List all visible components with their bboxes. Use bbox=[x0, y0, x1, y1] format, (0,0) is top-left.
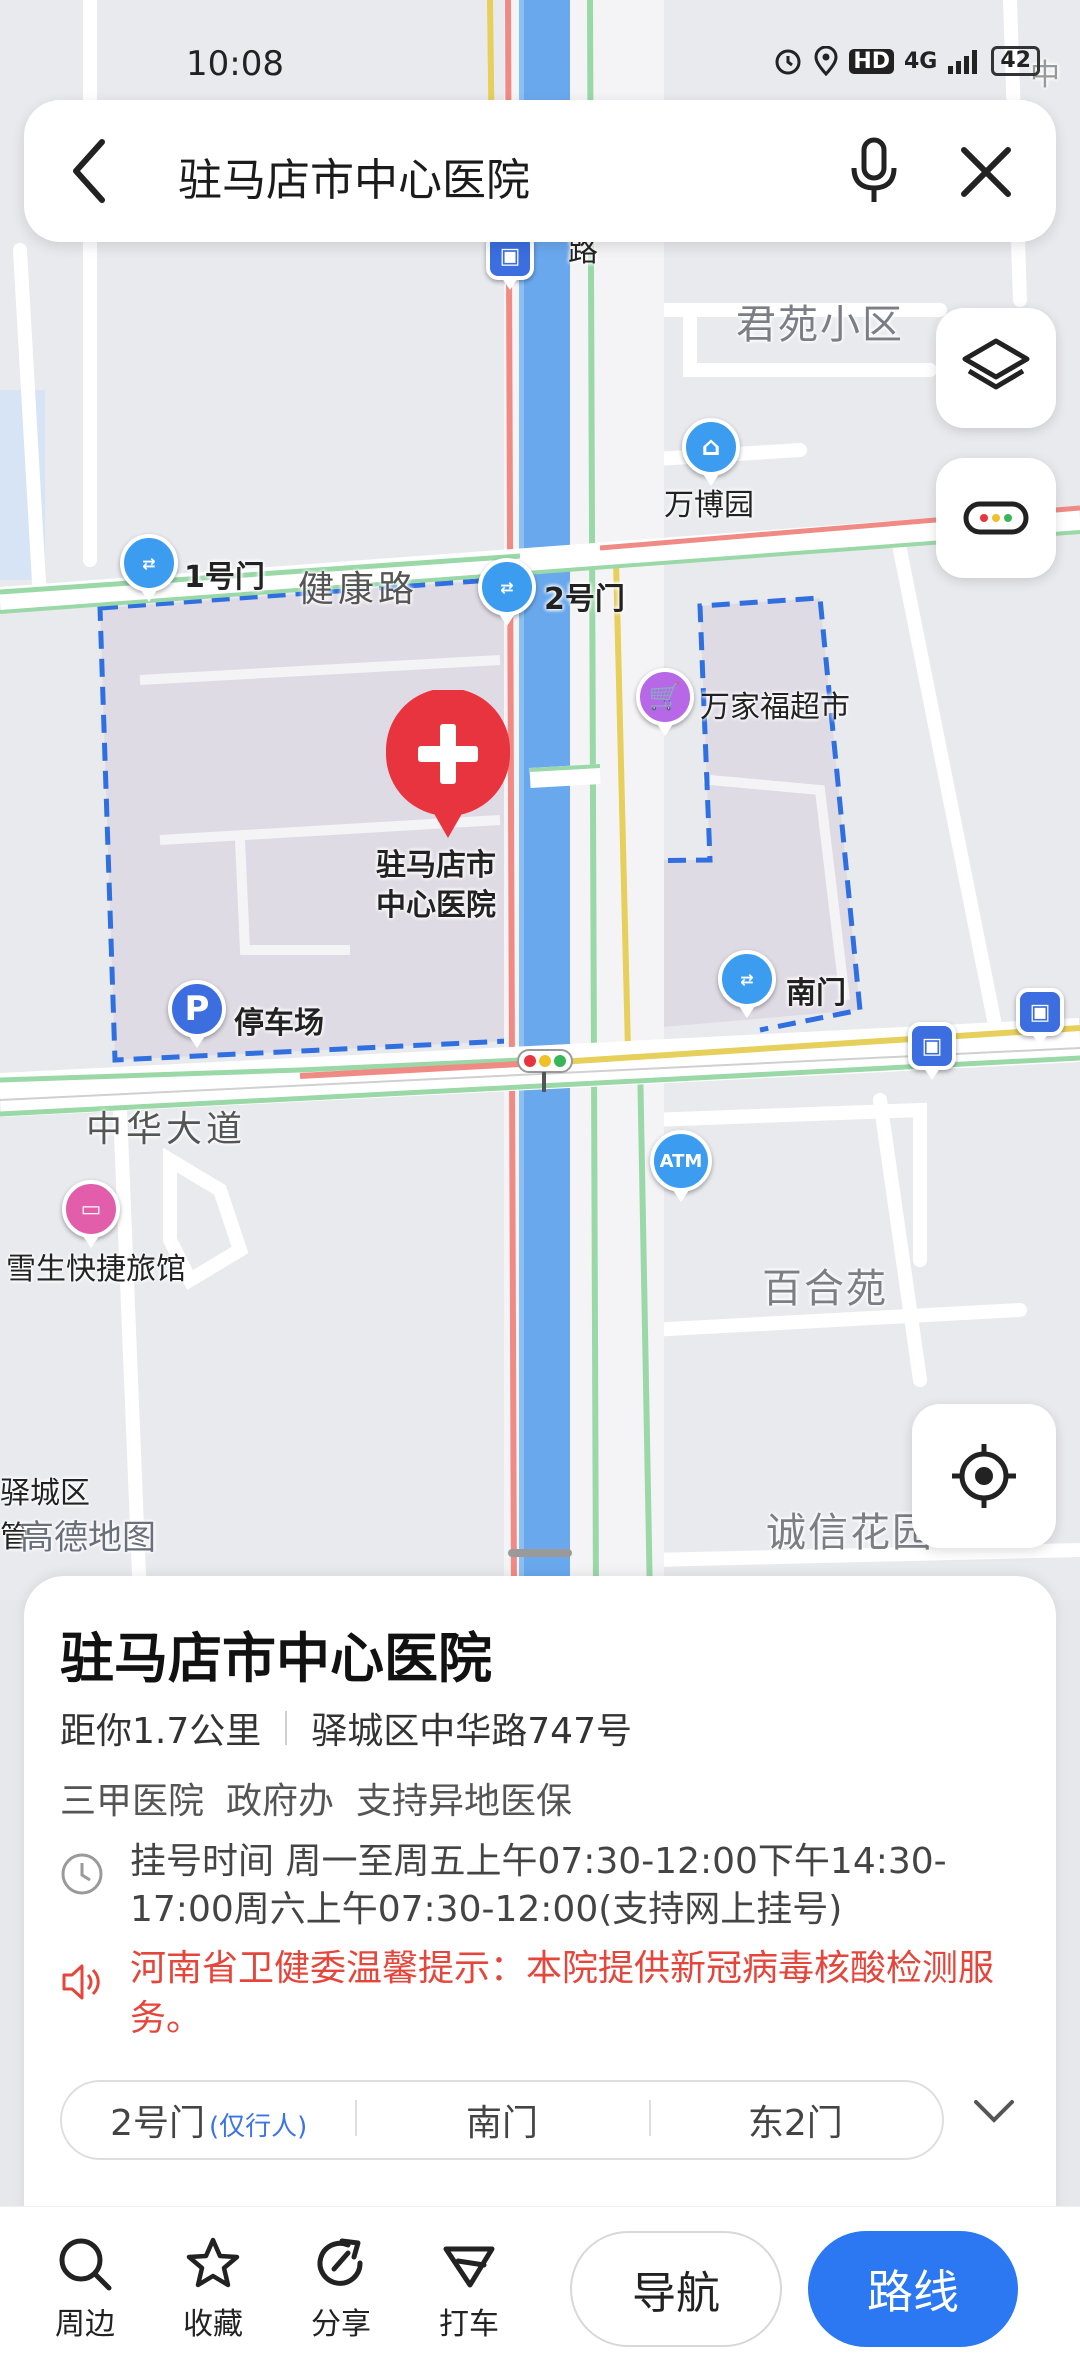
gate-note: (仅行人) bbox=[208, 2112, 308, 2142]
close-icon[interactable] bbox=[958, 144, 1014, 200]
tags-row: 三甲医院 政府办 支持异地医保 bbox=[60, 1772, 572, 1824]
residential-icon[interactable]: ⌂ bbox=[682, 418, 740, 476]
alarm-icon bbox=[775, 49, 801, 75]
share-icon bbox=[317, 2238, 363, 2286]
address-text[interactable]: 驿城区中华路747号 bbox=[311, 1702, 632, 1754]
search-query[interactable]: 驻马店市中心医院 bbox=[178, 144, 530, 208]
layers-icon bbox=[962, 338, 1030, 390]
gate-option[interactable]: 南门 bbox=[355, 2094, 648, 2146]
map-label-wanjiafu[interactable]: 万家福超市 bbox=[700, 682, 850, 726]
taxi-button[interactable]: 打车 bbox=[424, 2235, 514, 2343]
hours-row: 挂号时间 周一至周五上午07:30-12:00下午14:30-17:00周六上午… bbox=[60, 1838, 1020, 1934]
traffic-icon bbox=[963, 501, 1029, 535]
atm-label: ATM bbox=[659, 1150, 703, 1172]
map-label-hospital[interactable]: 驻马店市 中心医院 bbox=[376, 846, 496, 926]
search-icon bbox=[59, 2238, 112, 2291]
clock-icon bbox=[61, 1853, 103, 1895]
gate1-entrance-icon[interactable]: ⇄ bbox=[120, 534, 178, 592]
taxi-label: 打车 bbox=[439, 2307, 499, 2342]
map-label-chengxin[interactable]: 诚信花园 bbox=[766, 1500, 934, 1558]
map-label-gate1[interactable]: 1号门 bbox=[184, 552, 265, 596]
back-arrow-icon[interactable] bbox=[68, 138, 108, 204]
signal-icon bbox=[948, 50, 978, 74]
status-icons: HD 4G 42 bbox=[773, 46, 1040, 76]
place-title: 驻马店市中心医院 bbox=[60, 1627, 492, 1690]
navigate-button[interactable]: 导航 bbox=[570, 2231, 782, 2347]
speaker-icon bbox=[62, 1964, 100, 2000]
map-label-parking[interactable]: 停车场 bbox=[234, 998, 324, 1042]
gates-selector: 2号门 (仅行人) 南门 东2门 bbox=[60, 2080, 944, 2160]
supermarket-cart-icon[interactable]: 🛒 bbox=[636, 668, 694, 726]
location-icon bbox=[814, 46, 838, 76]
distance-address-row: 距你1.7公里 驿城区中华路747号 bbox=[60, 1702, 632, 1754]
gate-option[interactable]: 东2门 bbox=[648, 2094, 942, 2146]
hours-text: 挂号时间 周一至周五上午07:30-12:00下午14:30-17:00周六上午… bbox=[130, 1841, 947, 1930]
bottom-toolbar: 周边 收藏 分享 打车 导航 路线 bbox=[0, 2206, 1080, 2377]
battery-icon: 42 bbox=[991, 46, 1040, 76]
status-time: 10:08 bbox=[186, 44, 284, 84]
bus-stop-icon[interactable]: ▣ bbox=[1016, 988, 1064, 1036]
microphone-icon[interactable] bbox=[848, 136, 900, 206]
gate-label: 南门 bbox=[465, 2103, 538, 2144]
sheet-drag-handle[interactable] bbox=[508, 1549, 572, 1557]
locate-icon bbox=[952, 1444, 1016, 1508]
hotel-bed-icon[interactable]: ▭ bbox=[62, 1180, 120, 1238]
atm-icon[interactable]: ATM bbox=[650, 1130, 712, 1192]
taxi-icon bbox=[443, 2246, 495, 2288]
place-detail-sheet[interactable]: 驻马店市中心医院 距你1.7公里 驿城区中华路747号 三甲医院 政府办 支持异… bbox=[24, 1576, 1056, 2216]
nearby-button[interactable]: 周边 bbox=[40, 2235, 130, 2343]
route-button[interactable]: 路线 bbox=[808, 2231, 1018, 2347]
parking-icon[interactable]: P bbox=[168, 980, 226, 1038]
share-button[interactable]: 分享 bbox=[296, 2235, 386, 2343]
chevron-down-icon[interactable] bbox=[972, 2098, 1016, 2126]
map-label-yicheng: 驿城区 bbox=[0, 1476, 90, 1511]
hd-icon: HD bbox=[849, 48, 894, 74]
bus-stop-icon[interactable]: ▣ bbox=[908, 1022, 956, 1070]
map-label-jiankang-road: 健康路 bbox=[298, 569, 419, 610]
map-label-wanboyuan[interactable]: 万博园 bbox=[664, 480, 754, 524]
gate-label: 东2门 bbox=[747, 2103, 843, 2144]
map-label-xuesheng-hotel[interactable]: 雪生快捷旅馆 bbox=[6, 1244, 186, 1288]
map-label-south-gate[interactable]: 南门 bbox=[786, 968, 846, 1012]
layers-button[interactable] bbox=[936, 308, 1056, 428]
star-icon bbox=[186, 2237, 240, 2288]
map-label-hospital-line2: 中心医院 bbox=[376, 888, 496, 923]
hospital-marker-icon[interactable] bbox=[382, 690, 514, 840]
distance-text: 距你1.7公里 bbox=[60, 1711, 262, 1752]
favorite-button[interactable]: 收藏 bbox=[168, 2235, 258, 2343]
map-label-hospital-line1: 驻马店市 bbox=[376, 848, 496, 883]
status-bar: 10:08 HD 4G 42 bbox=[0, 0, 1080, 100]
south-gate-entrance-icon[interactable]: ⇄ bbox=[718, 950, 776, 1008]
notice-text: 河南省卫健委温馨提示：本院提供新冠病毒核酸检测服务。 bbox=[130, 1948, 995, 2039]
gate-option[interactable]: 2号门 (仅行人) bbox=[62, 2094, 355, 2146]
locate-me-button[interactable] bbox=[912, 1404, 1056, 1548]
search-bar[interactable]: 驻马店市中心医院 bbox=[24, 100, 1056, 242]
nearby-label: 周边 bbox=[55, 2307, 115, 2342]
map-label-baiheyuan[interactable]: 百合苑 bbox=[762, 1256, 888, 1314]
tag: 政府办 bbox=[226, 1781, 335, 1822]
notice-row[interactable]: 河南省卫健委温馨提示：本院提供新冠病毒核酸检测服务。 bbox=[60, 1944, 1020, 2044]
map-label-zhonghua-avenue: 中华大道 bbox=[86, 1109, 247, 1150]
map-label-gate2[interactable]: 2号门 bbox=[544, 574, 625, 618]
map-label-junyuan[interactable]: 君苑小区 bbox=[736, 292, 904, 350]
tag: 支持异地医保 bbox=[356, 1781, 573, 1822]
network-label: 4G bbox=[904, 48, 938, 74]
favorite-label: 收藏 bbox=[183, 2307, 243, 2342]
gate-label: 2号门 bbox=[110, 2103, 205, 2144]
divider bbox=[285, 1711, 288, 1745]
traffic-toggle-button[interactable] bbox=[936, 458, 1056, 578]
gate2-entrance-icon[interactable]: ⇄ bbox=[478, 558, 536, 616]
tag: 三甲医院 bbox=[60, 1781, 205, 1822]
map-watermark: 高德地图 bbox=[20, 1518, 156, 1558]
share-label: 分享 bbox=[311, 2307, 371, 2342]
